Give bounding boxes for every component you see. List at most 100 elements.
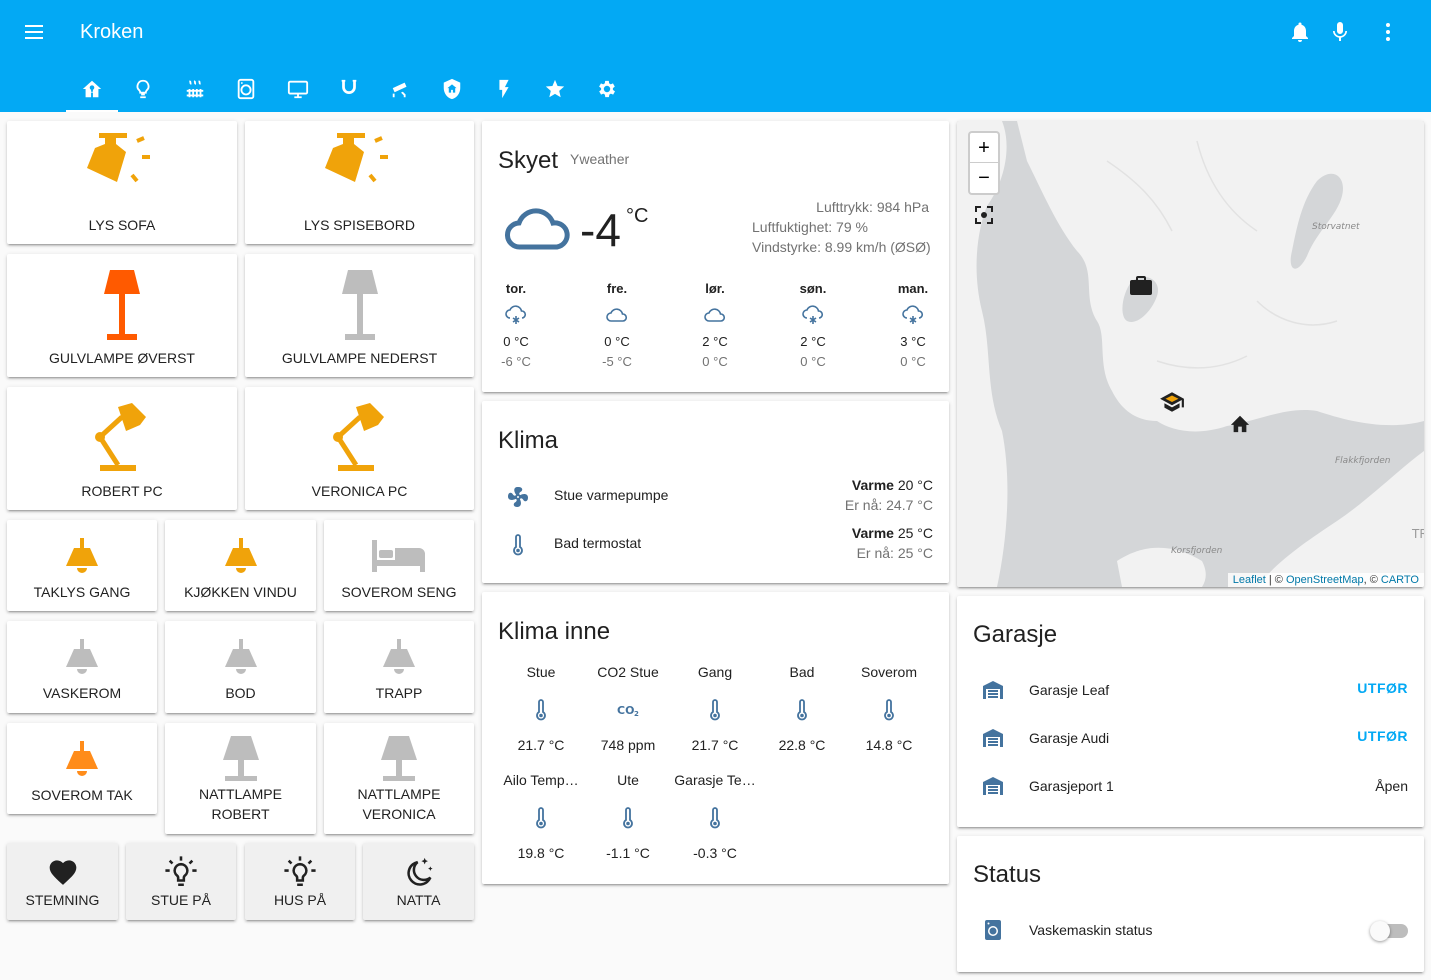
cctv-icon: [392, 82, 407, 98]
light-button-robert-pc[interactable]: ROBERT PC: [7, 387, 237, 510]
snow-cloud-icon: [802, 305, 824, 324]
execute-button[interactable]: UTFØR: [1357, 680, 1408, 696]
light-button-taklys-gang[interactable]: TAKLYS GANG: [7, 520, 157, 611]
ceiling-light-icon: [224, 639, 257, 674]
tab-tv[interactable]: [272, 66, 324, 112]
sensor-badge[interactable]: Gang 21.7 °C: [672, 664, 758, 753]
light-button-lys-sofa[interactable]: LYS SOFA: [7, 121, 237, 244]
zoom-in-button[interactable]: +: [970, 133, 998, 163]
school-icon[interactable]: [1159, 391, 1185, 413]
table-lamp-icon: [381, 736, 417, 781]
carto-link[interactable]: CARTO: [1381, 574, 1419, 586]
sensor-value: 748 ppm: [600, 737, 656, 753]
scene-button-natta[interactable]: NATTA: [363, 843, 474, 920]
light-label: GULVLAMPE ØVERST: [48, 350, 195, 366]
garage-card: Garasje Garasje Leaf UTFØR Garasje Audi …: [957, 596, 1424, 827]
tab-camera[interactable]: [375, 66, 427, 112]
climate-entity-name[interactable]: Stue varmepumpe: [554, 485, 668, 505]
light-button-lys-spisebord[interactable]: LYS SPISEBORD: [245, 121, 474, 244]
washing-machine-toggle[interactable]: [1370, 921, 1408, 941]
light-button-trapp[interactable]: TRAPP: [324, 621, 474, 713]
light-button-kjokken-vindu[interactable]: KJØKKEN VINDU: [165, 520, 316, 611]
tab-laundry[interactable]: [221, 66, 273, 112]
sensor-badge[interactable]: Stue 21.7 °C: [498, 664, 584, 753]
light-button-vaskerom[interactable]: VASKEROM: [7, 621, 157, 713]
osm-link[interactable]: OpenStreetMap: [1286, 574, 1364, 586]
climate-target: 25 °C: [897, 525, 933, 541]
sensor-value: 21.7 °C: [691, 737, 739, 753]
tab-favorites[interactable]: [530, 66, 582, 112]
light-label: SOVEROM SENG: [341, 584, 457, 600]
light-button-gulvlampe-nederst[interactable]: GULVLAMPE NEDERST: [245, 254, 474, 377]
sensor-badge[interactable]: Ailo Temp… 19.8 °C: [498, 772, 584, 861]
sensor-badge[interactable]: Ute -1.1 °C: [585, 772, 671, 861]
tab-power[interactable]: [478, 66, 530, 112]
garage-icon: [983, 681, 1003, 699]
thermometer-icon: [513, 534, 523, 556]
thermometer-icon: [623, 807, 633, 829]
light-button-soverom-tak[interactable]: SOVEROM TAK: [7, 723, 157, 814]
shield-home-icon: [444, 78, 461, 100]
desk-lamp-icon: [332, 403, 384, 471]
light-button-bod[interactable]: BOD: [165, 621, 316, 713]
microphone-icon[interactable]: [1328, 20, 1352, 44]
tab-security[interactable]: [427, 66, 479, 112]
light-button-gulvlampe-overst[interactable]: GULVLAMPE ØVERST: [7, 254, 237, 377]
card-title: Status: [973, 861, 1042, 888]
sensor-name: CO2 Stue: [597, 664, 659, 680]
map-label: Korsfjorden: [1171, 546, 1223, 556]
floor-lamp-icon: [104, 270, 140, 340]
tab-home[interactable]: [66, 66, 118, 112]
light-button-nattlampe-veronica[interactable]: NATTLAMPE VERONICA: [324, 723, 474, 834]
map-card[interactable]: Storvatnet Flakkfjorden Korsfjorden TR +…: [957, 121, 1424, 587]
leaflet-link[interactable]: Leaflet: [1233, 574, 1266, 586]
scene-button-hus-pa[interactable]: HUS PÅ: [245, 843, 355, 920]
forecast-low: 0 °C: [800, 354, 826, 369]
snow-cloud-icon: [505, 305, 527, 324]
light-button-veronica-pc[interactable]: VERONICA PC: [245, 387, 474, 510]
status-entity-name[interactable]: Vaskemaskin status: [1029, 920, 1152, 940]
briefcase-icon[interactable]: [1129, 274, 1153, 296]
garage-name[interactable]: Garasje Audi: [1029, 728, 1109, 748]
sensor-badge[interactable]: CO2 Stue CO 2 748 ppm: [585, 664, 671, 753]
tab-lights[interactable]: [118, 66, 170, 112]
menu-icon[interactable]: [22, 20, 48, 44]
sensor-name: Soverom: [860, 664, 918, 680]
more-vertical-icon[interactable]: [1376, 20, 1400, 44]
sensor-name: Garasje Te…: [674, 772, 756, 788]
moon-stars-icon: [406, 857, 433, 886]
light-button-soverom-seng[interactable]: SOVEROM SENG: [324, 520, 474, 611]
wind-speed: Vindstyrke: 8.99 km/h (ØSØ): [752, 239, 931, 255]
tab-settings[interactable]: [581, 66, 633, 112]
map-label: Storvatnet: [1312, 222, 1360, 232]
map-tiles[interactable]: Storvatnet Flakkfjorden Korsfjorden TR: [957, 121, 1424, 587]
light-label: NATTLAMPE ROBERT: [199, 786, 282, 822]
washing-machine-icon: [985, 920, 1001, 940]
sensor-value: 22.8 °C: [778, 737, 826, 753]
notifications-icon[interactable]: [1288, 20, 1312, 44]
garage-name[interactable]: Garasjeport 1: [1029, 776, 1114, 796]
thermometer-icon: [536, 699, 546, 721]
climate-entity-name[interactable]: Bad termostat: [554, 533, 641, 553]
tab-heating[interactable]: [169, 66, 221, 112]
sensor-badge[interactable]: Garasje Te… -0.3 °C: [672, 772, 758, 861]
card-title: Klima: [498, 427, 559, 454]
thermometer-icon: [884, 699, 894, 721]
sensor-badge[interactable]: Soverom 14.8 °C: [846, 664, 932, 753]
floor-lamp-icon: [341, 270, 378, 340]
execute-button[interactable]: UTFØR: [1357, 728, 1408, 744]
radiator-icon: [186, 80, 203, 98]
light-label: LYS SPISEBORD: [303, 217, 415, 233]
tab-horseshoe[interactable]: [324, 66, 376, 112]
scene-button-stue-pa[interactable]: STUE PÅ: [126, 843, 236, 920]
sensor-badge[interactable]: Bad 22.8 °C: [759, 664, 845, 753]
scene-button-stemning[interactable]: STEMNING: [7, 843, 118, 920]
climate-current: Er nå: 25 °C: [856, 545, 933, 561]
zoom-out-button[interactable]: −: [970, 163, 998, 193]
fit-bounds-icon[interactable]: [974, 205, 994, 225]
card-title: Garasje: [973, 621, 1058, 648]
home-icon[interactable]: [1229, 413, 1251, 433]
forecast-low: 0 °C: [900, 354, 926, 369]
light-button-nattlampe-robert[interactable]: NATTLAMPE ROBERT: [165, 723, 316, 834]
garage-name[interactable]: Garasje Leaf: [1029, 680, 1109, 700]
